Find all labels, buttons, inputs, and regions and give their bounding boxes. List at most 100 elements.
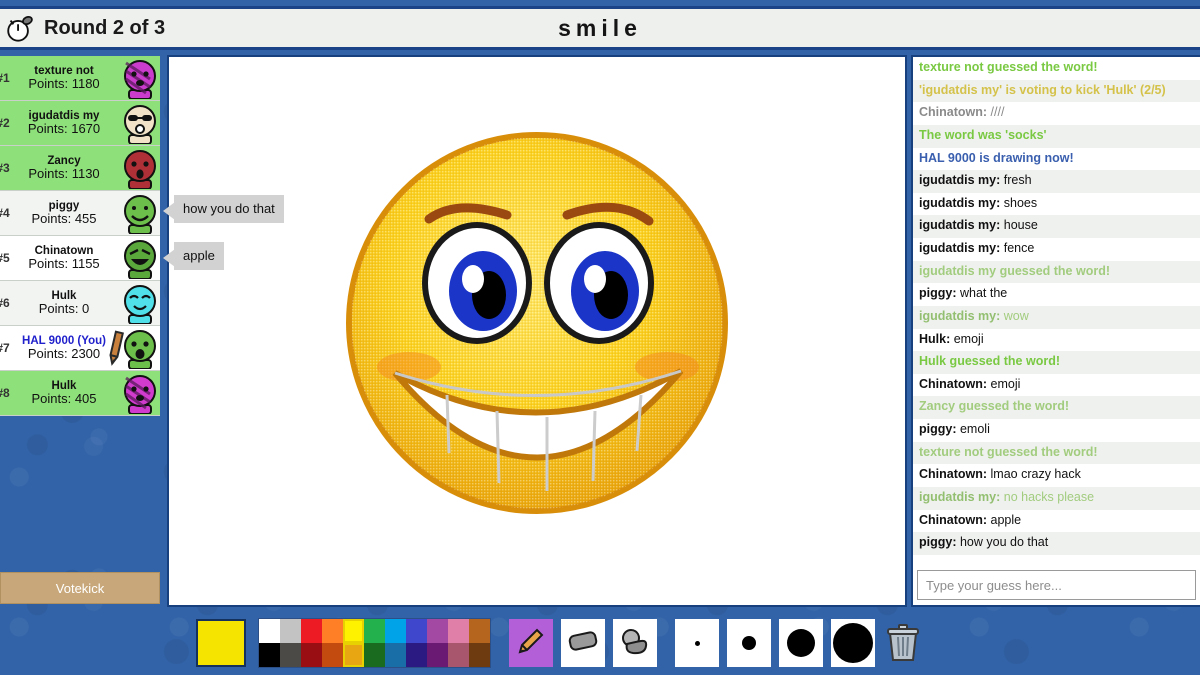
chat-message: piggy: how you do that	[913, 532, 1200, 555]
color-swatch[interactable]	[448, 619, 469, 643]
chat-message-log: texture not guessed the word!'igudatdis …	[913, 57, 1200, 568]
player-row[interactable]: #8HulkPoints: 405	[0, 371, 160, 416]
chat-message: Hulk guessed the word!	[913, 351, 1200, 374]
chat-message-body: emoji	[950, 332, 983, 346]
chat-message-body: no hacks please	[1000, 490, 1094, 504]
color-swatch[interactable]	[406, 643, 427, 667]
paint-bucket-icon	[619, 626, 651, 661]
color-swatch[interactable]	[406, 619, 427, 643]
color-swatch[interactable]	[469, 643, 490, 667]
player-rank: #7	[0, 341, 10, 355]
chat-message-author: piggy:	[919, 422, 957, 436]
color-swatch[interactable]	[301, 619, 322, 643]
player-list: #1texture notPoints: 1180#2igudatdis myP…	[0, 56, 160, 416]
player-points: Points: 455	[10, 212, 118, 226]
chat-message-body: house	[1000, 218, 1038, 232]
player-row[interactable]: #2igudatdis myPoints: 1670	[0, 101, 160, 146]
chat-message: Chinatown: ////	[913, 102, 1200, 125]
color-swatch[interactable]	[364, 643, 385, 667]
player-rank: #6	[0, 296, 10, 310]
current-color-swatch[interactable]	[196, 619, 246, 667]
player-rank: #1	[0, 71, 10, 85]
brush-dot-icon	[833, 623, 873, 663]
color-swatch[interactable]	[343, 643, 364, 667]
color-swatch[interactable]	[469, 619, 490, 643]
chat-panel: texture not guessed the word!'igudatdis …	[911, 55, 1200, 607]
round-label: Round 2 of 3	[44, 17, 165, 40]
eraser-icon	[567, 628, 599, 659]
brush-size-xs[interactable]	[675, 619, 719, 667]
speech-bubble: how you do that	[174, 195, 284, 223]
chat-message: The word was 'socks'	[913, 125, 1200, 148]
palette-column	[385, 619, 406, 667]
player-points: Points: 2300	[10, 347, 118, 361]
palette-column	[301, 619, 322, 667]
color-swatch[interactable]	[280, 643, 301, 667]
chat-message-body: wow	[1000, 309, 1028, 323]
color-swatch[interactable]	[427, 619, 448, 643]
trash-can-icon[interactable]	[883, 619, 923, 667]
chat-message: igudatdis my: shoes	[913, 193, 1200, 216]
chat-message-body: emoli	[957, 422, 990, 436]
color-swatch[interactable]	[301, 643, 322, 667]
player-row[interactable]: #1texture notPoints: 1180	[0, 56, 160, 101]
color-swatch[interactable]	[364, 619, 385, 643]
player-row[interactable]: #5ChinatownPoints: 1155	[0, 236, 160, 281]
chat-input[interactable]: Type your guess here...	[917, 570, 1196, 600]
votekick-button[interactable]: Votekick	[0, 572, 160, 604]
alarm-clock-icon	[2, 11, 36, 45]
chat-message: texture not guessed the word!	[913, 57, 1200, 80]
player-row[interactable]: #6HulkPoints: 0	[0, 281, 160, 326]
chat-message-author: igudatdis my:	[919, 218, 1000, 232]
pencil-icon	[516, 626, 546, 661]
palette-column	[280, 619, 301, 667]
brush-size-m[interactable]	[779, 619, 823, 667]
avatar	[120, 282, 160, 324]
chat-message-body: fresh	[1000, 173, 1031, 187]
player-points: Points: 1180	[10, 77, 118, 91]
color-swatch[interactable]	[259, 619, 280, 643]
player-row[interactable]: #4piggyPoints: 455	[0, 191, 160, 236]
color-swatch[interactable]	[280, 619, 301, 643]
avatar	[120, 372, 160, 414]
chat-message-author: Chinatown:	[919, 377, 987, 391]
chat-message-author: Chinatown:	[919, 513, 987, 527]
chat-message: igudatdis my: house	[913, 215, 1200, 238]
chat-message-author: igudatdis my:	[919, 196, 1000, 210]
color-swatch[interactable]	[385, 643, 406, 667]
avatar	[120, 237, 160, 279]
chat-message-author: igudatdis my:	[919, 309, 1000, 323]
chat-message: Chinatown: lmao crazy hack	[913, 464, 1200, 487]
brush-size-l[interactable]	[831, 619, 875, 667]
chat-message-body: shoes	[1000, 196, 1037, 210]
avatar	[120, 327, 160, 369]
avatar	[120, 192, 160, 234]
color-swatch[interactable]	[343, 619, 364, 643]
chat-message: Hulk: emoji	[913, 329, 1200, 352]
chat-message: igudatdis my guessed the word!	[913, 261, 1200, 284]
player-info: ChinatownPoints: 1155	[10, 245, 120, 271]
brush-dot-icon	[787, 629, 815, 657]
player-info: texture notPoints: 1180	[10, 65, 120, 91]
brush-size-s[interactable]	[727, 619, 771, 667]
palette-column	[259, 619, 280, 667]
avatar	[120, 102, 160, 144]
chat-message-author: piggy:	[919, 286, 957, 300]
game-header: Round 2 of 3 smile	[0, 6, 1200, 50]
player-row[interactable]: #3ZancyPoints: 1130	[0, 146, 160, 191]
player-info: ZancyPoints: 1130	[10, 155, 120, 181]
color-swatch[interactable]	[259, 643, 280, 667]
drawing-canvas[interactable]: how you do thatapple	[167, 55, 907, 607]
color-swatch[interactable]	[322, 643, 343, 667]
fill-tool[interactable]	[613, 619, 657, 667]
palette-column	[406, 619, 427, 667]
color-swatch[interactable]	[322, 619, 343, 643]
player-info: HAL 9000 (You)Points: 2300	[10, 335, 120, 361]
drawn-smiley-face	[337, 123, 737, 523]
player-row[interactable]: #7HAL 9000 (You)Points: 2300	[0, 326, 160, 371]
color-swatch[interactable]	[448, 643, 469, 667]
color-swatch[interactable]	[385, 619, 406, 643]
eraser-tool[interactable]	[561, 619, 605, 667]
pencil-tool[interactable]	[509, 619, 553, 667]
color-swatch[interactable]	[427, 643, 448, 667]
